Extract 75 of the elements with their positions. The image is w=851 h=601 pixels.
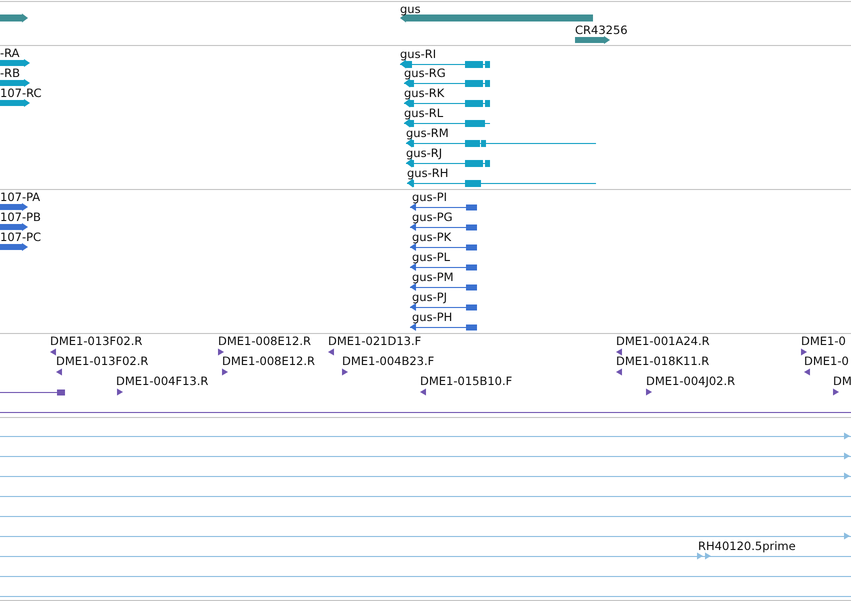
feature-label: DME1-018K11.R bbox=[616, 354, 710, 368]
feature-label: gus-PJ bbox=[412, 290, 448, 304]
feature-label: DME1-004F13.R bbox=[116, 374, 208, 388]
feature-label: DME1-008E12.R bbox=[218, 334, 312, 348]
feature-label: DME1-004J02.R bbox=[646, 374, 736, 388]
feature-glyph[interactable] bbox=[0, 203, 28, 211]
feature-glyph[interactable] bbox=[56, 368, 62, 376]
feature-glyph[interactable] bbox=[410, 283, 477, 291]
feature-label: RH40120.5prime bbox=[698, 539, 796, 553]
feature-glyph[interactable] bbox=[801, 348, 807, 356]
feature-glyph[interactable] bbox=[0, 99, 30, 107]
feature-label: DM bbox=[833, 374, 851, 388]
feature-glyph[interactable] bbox=[646, 388, 652, 396]
feature-glyph[interactable] bbox=[804, 368, 810, 376]
feature-label: DME1-0 bbox=[804, 354, 849, 368]
feature-glyph[interactable] bbox=[410, 203, 477, 211]
feature-glyph[interactable] bbox=[0, 14, 28, 22]
feature-label: DME1-001A24.R bbox=[616, 334, 710, 348]
feature-label: gus-PL bbox=[412, 250, 450, 264]
feature-glyph[interactable] bbox=[50, 348, 56, 356]
feature-label: DME1-0 bbox=[801, 334, 846, 348]
feature-glyph[interactable] bbox=[400, 14, 593, 22]
feature-label: -RB bbox=[0, 66, 20, 80]
feature-glyph[interactable] bbox=[616, 348, 622, 356]
feature-label: gus-RL bbox=[404, 106, 444, 120]
feature-label: gus-PK bbox=[412, 230, 452, 244]
feature-label: gus-PH bbox=[412, 310, 452, 324]
feature-glyph[interactable] bbox=[420, 388, 426, 396]
feature-label: gus-RM bbox=[406, 126, 449, 140]
feature-label: gus-RJ bbox=[406, 146, 442, 160]
feature-label: gus bbox=[400, 2, 421, 16]
feature-label: gus-PM bbox=[412, 270, 454, 284]
feature-glyph[interactable] bbox=[400, 60, 490, 68]
feature-label: DME1-013F02.R bbox=[56, 354, 148, 368]
feature-glyph[interactable] bbox=[0, 390, 65, 396]
feature-label: DME1-021D13.F bbox=[328, 334, 422, 348]
feature-glyph[interactable] bbox=[410, 223, 477, 231]
feature-glyph[interactable] bbox=[328, 348, 334, 356]
feature-label: gus-RG bbox=[404, 66, 446, 80]
feature-label: gus-RI bbox=[400, 47, 436, 61]
feature-label: 107-PB bbox=[0, 210, 41, 224]
feature-glyph[interactable] bbox=[0, 243, 28, 251]
feature-glyph[interactable] bbox=[410, 303, 477, 311]
feature-glyph[interactable] bbox=[410, 263, 477, 271]
feature-glyph[interactable] bbox=[616, 368, 622, 376]
feature-glyph[interactable] bbox=[410, 243, 477, 251]
feature-glyph[interactable] bbox=[404, 118, 490, 128]
feature-glyph[interactable] bbox=[575, 36, 610, 44]
feature-label: gus-RK bbox=[404, 86, 444, 100]
feature-label: 107-PA bbox=[0, 190, 40, 204]
feature-glyph[interactable] bbox=[0, 79, 30, 87]
feature-glyph[interactable] bbox=[117, 388, 123, 396]
feature-glyph[interactable] bbox=[0, 59, 30, 67]
feature-label: gus-PG bbox=[412, 210, 453, 224]
feature-glyph[interactable] bbox=[222, 368, 228, 376]
feature-glyph[interactable] bbox=[404, 98, 490, 108]
feature-label: DME1-008E12.R bbox=[222, 354, 316, 368]
feature-label: 107-PC bbox=[0, 230, 42, 244]
feature-glyph[interactable] bbox=[404, 78, 490, 88]
feature-glyph[interactable] bbox=[218, 348, 224, 356]
feature-glyph[interactable] bbox=[407, 178, 596, 188]
feature-glyph[interactable] bbox=[0, 223, 28, 231]
feature-label: 107-RC bbox=[0, 86, 42, 100]
feature-label: DME1-015B10.F bbox=[420, 374, 512, 388]
feature-glyph[interactable] bbox=[406, 138, 596, 148]
feature-label: gus-PI bbox=[412, 190, 448, 204]
feature-label: gus-RH bbox=[407, 166, 448, 180]
feature-label: DME1-013F02.R bbox=[50, 334, 142, 348]
feature-label: DME1-004B23.F bbox=[342, 354, 434, 368]
feature-label: -RA bbox=[0, 46, 20, 60]
feature-glyph[interactable] bbox=[342, 368, 348, 376]
feature-label: CR43256 bbox=[575, 23, 628, 37]
feature-glyph[interactable] bbox=[833, 388, 839, 396]
feature-glyph[interactable] bbox=[406, 158, 490, 168]
feature-glyph[interactable] bbox=[410, 323, 477, 331]
